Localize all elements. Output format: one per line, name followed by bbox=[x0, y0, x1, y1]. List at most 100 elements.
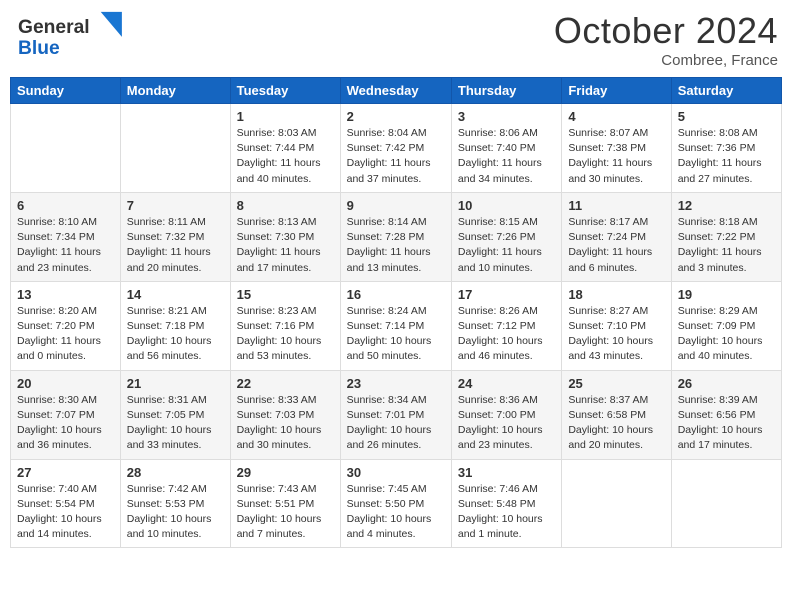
calendar-cell: 22 Sunrise: 8:33 AM Sunset: 7:03 PM Dayli… bbox=[230, 370, 340, 459]
calendar-cell: 17 Sunrise: 8:26 AM Sunset: 7:12 PM Dayli… bbox=[451, 281, 561, 370]
day-number: 15 bbox=[237, 287, 334, 302]
calendar-cell: 10Sunrise: 8:15 AM Sunset: 7:26 PM Dayli… bbox=[451, 192, 561, 281]
day-info: Sunrise: 7:46 AM Sunset: 5:48 PM Dayligh… bbox=[458, 482, 555, 543]
calendar-cell: 26 Sunrise: 8:39 AM Sunset: 6:56 PM Dayli… bbox=[671, 370, 781, 459]
calendar-week-4: 27 Sunrise: 7:40 AM Sunset: 5:54 PM Dayli… bbox=[11, 459, 782, 548]
day-number: 13 bbox=[17, 287, 114, 302]
day-header-monday: Monday bbox=[120, 78, 230, 104]
calendar-cell bbox=[11, 104, 121, 193]
day-info: Sunrise: 8:06 AM Sunset: 7:40 PM Dayligh… bbox=[458, 126, 555, 187]
day-info: Sunrise: 8:30 AM Sunset: 7:07 PM Dayligh… bbox=[17, 393, 114, 454]
day-info: Sunrise: 8:08 AM Sunset: 7:36 PM Dayligh… bbox=[678, 126, 775, 187]
day-number: 1 bbox=[237, 109, 334, 124]
calendar-cell: 5Sunrise: 8:08 AM Sunset: 7:36 PM Daylig… bbox=[671, 104, 781, 193]
day-info: Sunrise: 8:17 AM Sunset: 7:24 PM Dayligh… bbox=[568, 215, 664, 276]
day-number: 11 bbox=[568, 198, 664, 213]
page-header: General Blue October 2024 Combree, Franc… bbox=[10, 10, 782, 69]
day-info: Sunrise: 8:37 AM Sunset: 6:58 PM Dayligh… bbox=[568, 393, 664, 454]
day-number: 3 bbox=[458, 109, 555, 124]
calendar-cell: 7 Sunrise: 8:11 AM Sunset: 7:32 PM Daylig… bbox=[120, 192, 230, 281]
calendar-cell: 11 Sunrise: 8:17 AM Sunset: 7:24 PM Dayli… bbox=[562, 192, 671, 281]
day-info: Sunrise: 7:43 AM Sunset: 5:51 PM Dayligh… bbox=[237, 482, 334, 543]
day-number: 25 bbox=[568, 376, 664, 391]
day-number: 7 bbox=[127, 198, 224, 213]
day-info: Sunrise: 8:34 AM Sunset: 7:01 PM Dayligh… bbox=[347, 393, 445, 454]
calendar-header-row: SundayMondayTuesdayWednesdayThursdayFrid… bbox=[11, 78, 782, 104]
day-number: 17 bbox=[458, 287, 555, 302]
day-header-wednesday: Wednesday bbox=[340, 78, 451, 104]
calendar-cell: 4 Sunrise: 8:07 AM Sunset: 7:38 PM Daylig… bbox=[562, 104, 671, 193]
title-block: October 2024 Combree, France bbox=[554, 10, 778, 69]
day-number: 18 bbox=[568, 287, 664, 302]
day-number: 4 bbox=[568, 109, 664, 124]
day-info: Sunrise: 8:20 AM Sunset: 7:20 PM Dayligh… bbox=[17, 304, 114, 365]
day-info: Sunrise: 8:29 AM Sunset: 7:09 PM Dayligh… bbox=[678, 304, 775, 365]
day-info: Sunrise: 7:40 AM Sunset: 5:54 PM Dayligh… bbox=[17, 482, 114, 543]
calendar-cell: 24 Sunrise: 8:36 AM Sunset: 7:00 PM Dayli… bbox=[451, 370, 561, 459]
calendar-cell: 30Sunrise: 7:45 AM Sunset: 5:50 PM Dayli… bbox=[340, 459, 451, 548]
day-header-saturday: Saturday bbox=[671, 78, 781, 104]
calendar-cell bbox=[562, 459, 671, 548]
day-info: Sunrise: 8:21 AM Sunset: 7:18 PM Dayligh… bbox=[127, 304, 224, 365]
calendar-week-2: 13 Sunrise: 8:20 AM Sunset: 7:20 PM Dayli… bbox=[11, 281, 782, 370]
day-info: Sunrise: 8:18 AM Sunset: 7:22 PM Dayligh… bbox=[678, 215, 775, 276]
calendar-cell: 2Sunrise: 8:04 AM Sunset: 7:42 PM Daylig… bbox=[340, 104, 451, 193]
calendar-cell: 15 Sunrise: 8:23 AM Sunset: 7:16 PM Dayli… bbox=[230, 281, 340, 370]
location-label: Combree, France bbox=[554, 52, 778, 69]
svg-text:Blue: Blue bbox=[18, 38, 60, 59]
calendar-cell: 12 Sunrise: 8:18 AM Sunset: 7:22 PM Dayli… bbox=[671, 192, 781, 281]
calendar-week-0: 1 Sunrise: 8:03 AM Sunset: 7:44 PM Daylig… bbox=[11, 104, 782, 193]
calendar-table: SundayMondayTuesdayWednesdayThursdayFrid… bbox=[10, 77, 782, 548]
calendar-cell: 20 Sunrise: 8:30 AM Sunset: 7:07 PM Dayli… bbox=[11, 370, 121, 459]
day-number: 29 bbox=[237, 465, 334, 480]
day-info: Sunrise: 8:15 AM Sunset: 7:26 PM Dayligh… bbox=[458, 215, 555, 276]
calendar-cell: 16 Sunrise: 8:24 AM Sunset: 7:14 PM Dayli… bbox=[340, 281, 451, 370]
day-info: Sunrise: 8:26 AM Sunset: 7:12 PM Dayligh… bbox=[458, 304, 555, 365]
day-number: 2 bbox=[347, 109, 445, 124]
day-header-tuesday: Tuesday bbox=[230, 78, 340, 104]
calendar-cell: 3 Sunrise: 8:06 AM Sunset: 7:40 PM Daylig… bbox=[451, 104, 561, 193]
day-info: Sunrise: 8:31 AM Sunset: 7:05 PM Dayligh… bbox=[127, 393, 224, 454]
calendar-cell: 13 Sunrise: 8:20 AM Sunset: 7:20 PM Dayli… bbox=[11, 281, 121, 370]
day-info: Sunrise: 8:36 AM Sunset: 7:00 PM Dayligh… bbox=[458, 393, 555, 454]
calendar-cell: 6 Sunrise: 8:10 AM Sunset: 7:34 PM Daylig… bbox=[11, 192, 121, 281]
day-number: 22 bbox=[237, 376, 334, 391]
calendar-cell bbox=[671, 459, 781, 548]
day-header-sunday: Sunday bbox=[11, 78, 121, 104]
day-number: 23 bbox=[347, 376, 445, 391]
day-info: Sunrise: 8:33 AM Sunset: 7:03 PM Dayligh… bbox=[237, 393, 334, 454]
day-info: Sunrise: 8:11 AM Sunset: 7:32 PM Dayligh… bbox=[127, 215, 224, 276]
day-number: 6 bbox=[17, 198, 114, 213]
day-info: Sunrise: 8:07 AM Sunset: 7:38 PM Dayligh… bbox=[568, 126, 664, 187]
calendar-cell: 1 Sunrise: 8:03 AM Sunset: 7:44 PM Daylig… bbox=[230, 104, 340, 193]
day-number: 8 bbox=[237, 198, 334, 213]
calendar-cell: 29 Sunrise: 7:43 AM Sunset: 5:51 PM Dayli… bbox=[230, 459, 340, 548]
day-info: Sunrise: 8:23 AM Sunset: 7:16 PM Dayligh… bbox=[237, 304, 334, 365]
day-info: Sunrise: 8:13 AM Sunset: 7:30 PM Dayligh… bbox=[237, 215, 334, 276]
day-number: 19 bbox=[678, 287, 775, 302]
day-info: Sunrise: 8:39 AM Sunset: 6:56 PM Dayligh… bbox=[678, 393, 775, 454]
calendar-week-3: 20 Sunrise: 8:30 AM Sunset: 7:07 PM Dayli… bbox=[11, 370, 782, 459]
day-number: 28 bbox=[127, 465, 224, 480]
calendar-cell: 27 Sunrise: 7:40 AM Sunset: 5:54 PM Dayli… bbox=[11, 459, 121, 548]
day-header-thursday: Thursday bbox=[451, 78, 561, 104]
calendar-cell: 21Sunrise: 8:31 AM Sunset: 7:05 PM Dayli… bbox=[120, 370, 230, 459]
day-number: 26 bbox=[678, 376, 775, 391]
calendar-cell: 28Sunrise: 7:42 AM Sunset: 5:53 PM Dayli… bbox=[120, 459, 230, 548]
calendar-cell: 8 Sunrise: 8:13 AM Sunset: 7:30 PM Daylig… bbox=[230, 192, 340, 281]
day-number: 24 bbox=[458, 376, 555, 391]
day-info: Sunrise: 8:14 AM Sunset: 7:28 PM Dayligh… bbox=[347, 215, 445, 276]
calendar-cell: 14Sunrise: 8:21 AM Sunset: 7:18 PM Dayli… bbox=[120, 281, 230, 370]
logo: General Blue bbox=[14, 10, 114, 65]
day-info: Sunrise: 8:24 AM Sunset: 7:14 PM Dayligh… bbox=[347, 304, 445, 365]
day-number: 30 bbox=[347, 465, 445, 480]
day-number: 20 bbox=[17, 376, 114, 391]
calendar-cell: 18Sunrise: 8:27 AM Sunset: 7:10 PM Dayli… bbox=[562, 281, 671, 370]
day-header-friday: Friday bbox=[562, 78, 671, 104]
calendar-cell: 9Sunrise: 8:14 AM Sunset: 7:28 PM Daylig… bbox=[340, 192, 451, 281]
day-number: 27 bbox=[17, 465, 114, 480]
day-number: 16 bbox=[347, 287, 445, 302]
day-info: Sunrise: 8:03 AM Sunset: 7:44 PM Dayligh… bbox=[237, 126, 334, 187]
day-number: 12 bbox=[678, 198, 775, 213]
day-info: Sunrise: 8:10 AM Sunset: 7:34 PM Dayligh… bbox=[17, 215, 114, 276]
